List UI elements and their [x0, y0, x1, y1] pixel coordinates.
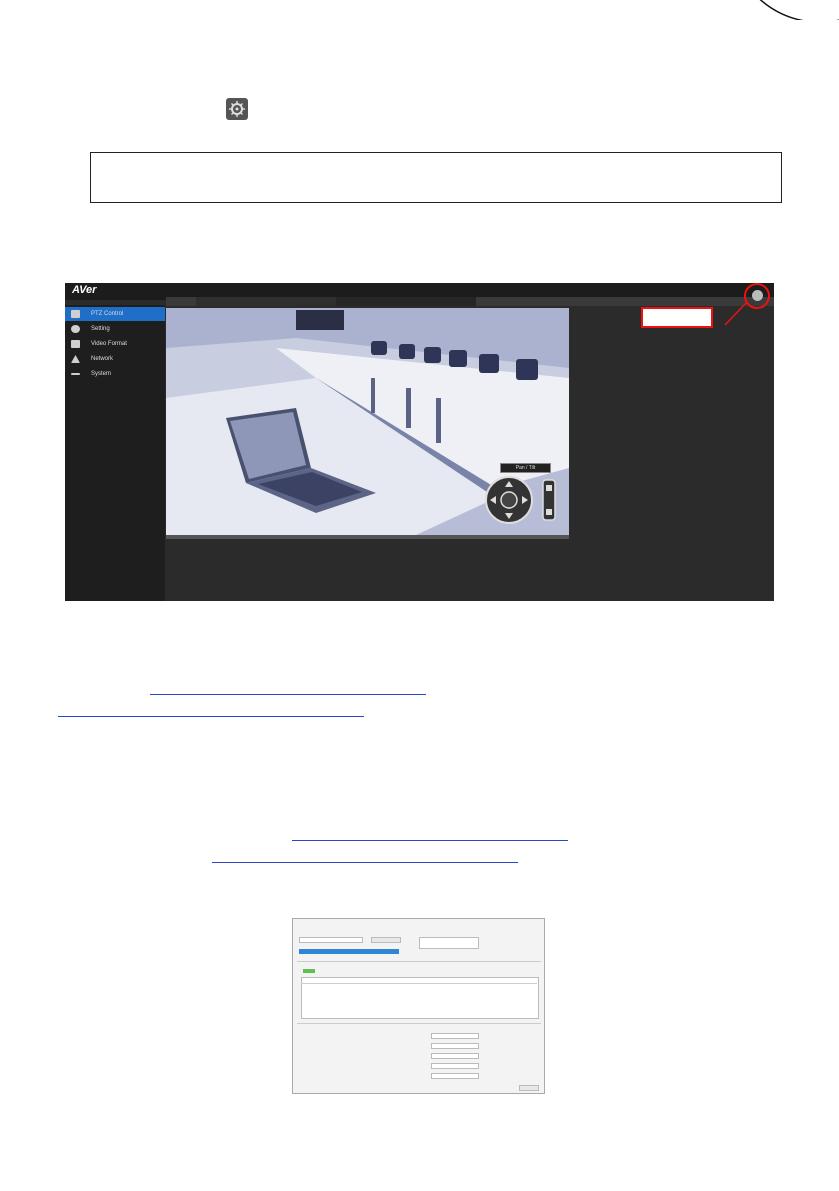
- dns2-field[interactable]: [431, 1073, 479, 1079]
- progress-bar: [299, 949, 399, 954]
- gateway-field[interactable]: [431, 1053, 479, 1059]
- note-box: [90, 152, 782, 203]
- divider: [297, 1023, 541, 1024]
- mask-field[interactable]: [431, 1043, 479, 1049]
- adapter-select[interactable]: [299, 937, 363, 943]
- info-field: [419, 937, 479, 949]
- ip-field[interactable]: [431, 1033, 479, 1039]
- page-corner-arc: [759, 0, 839, 20]
- table-header-line: [301, 983, 537, 984]
- apply-button[interactable]: [519, 1085, 539, 1091]
- link-underline-2[interactable]: [58, 716, 364, 717]
- dns-field[interactable]: [431, 1063, 479, 1069]
- link-underline-1[interactable]: [150, 694, 426, 695]
- dialog-button[interactable]: [371, 937, 401, 943]
- link-underline-4[interactable]: [212, 862, 518, 863]
- settings-gear-icon: [226, 98, 248, 120]
- callout-line: [724, 302, 747, 326]
- ip-search-dialog-screenshot: [292, 918, 545, 1094]
- link-underline-3[interactable]: [292, 840, 568, 841]
- divider: [297, 961, 541, 962]
- status-indicator: [303, 969, 315, 973]
- camera-web-ui-screenshot: AVer PTZ Control Setting Video Format Ne…: [65, 283, 774, 601]
